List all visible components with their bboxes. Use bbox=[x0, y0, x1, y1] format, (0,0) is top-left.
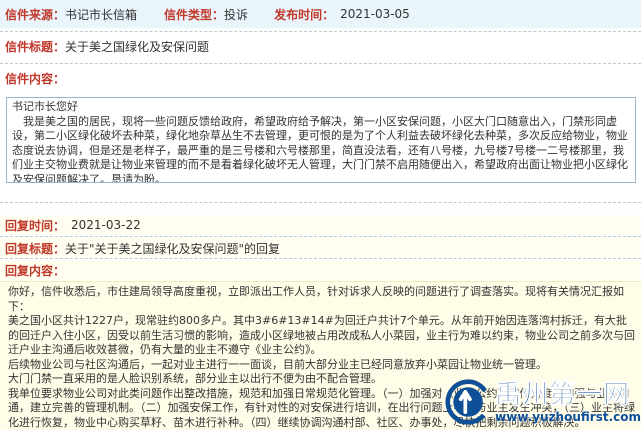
letter-meta-row: 信件来源： 书记市长信箱 信件类型： 投诉 发布时间： 2021-03-05 bbox=[0, 0, 641, 28]
source-value: 书记市长信箱 bbox=[65, 7, 138, 22]
publish-value: 2021-03-05 bbox=[340, 7, 410, 21]
publish-label: 发布时间： bbox=[274, 7, 335, 22]
divider bbox=[0, 63, 641, 64]
divider bbox=[0, 258, 641, 259]
divider bbox=[0, 202, 641, 203]
reply-paragraph: 美之国小区共计1227户，现常驻约800多户。其中3#6#13#14#为回迁户共… bbox=[8, 314, 635, 356]
reply-paragraph: 你好，信件收悉后，市住建局领导高度重视，立即派出工作人员，针对诉求人反映的问题进… bbox=[8, 285, 624, 313]
source-label: 信件来源： bbox=[5, 7, 66, 22]
watermark-url: www.yuzhoufirst.com bbox=[495, 410, 641, 424]
watermark-title: 禹州第一网 bbox=[495, 380, 631, 411]
letter-content-label-row: 信件内容： bbox=[0, 67, 641, 89]
reply-title-value: 关于"关于美之国绿化及安保问题"的回复 bbox=[65, 241, 281, 256]
reply-time-value: 2021-03-22 bbox=[71, 218, 141, 232]
reply-time-label: 回复时间： bbox=[5, 218, 66, 233]
type-value: 投诉 bbox=[224, 7, 249, 22]
letter-content-box: 书记市长您好 我是美之国的居民，现将一些问题反馈给政府，希望政府给予解决，第一小… bbox=[6, 97, 636, 183]
divider bbox=[0, 236, 641, 237]
reply-title-row: 回复标题： 关于"关于美之国绿化及安保问题"的回复 bbox=[0, 238, 641, 258]
reply-content-label-row: 回复内容： bbox=[0, 260, 641, 280]
reply-title-label: 回复标题： bbox=[5, 241, 66, 256]
letter-title-row: 信件标题： 关于美之国绿化及安保问题 bbox=[0, 35, 641, 57]
reply-content-label: 回复内容： bbox=[5, 263, 66, 278]
type-label: 信件类型： bbox=[164, 7, 225, 22]
letter-title-value: 关于美之国绿化及安保问题 bbox=[65, 39, 210, 54]
letter-title-label: 信件标题： bbox=[5, 39, 66, 54]
site-watermark: 禹州第一网 www.yuzhoufirst.com bbox=[445, 374, 641, 430]
reply-paragraph: 后续物业公司与社区沟通后，一起对业主进行一一面谈，目前大部分业主已经同意放弃小菜… bbox=[8, 357, 547, 371]
letter-content-text: 书记市长您好 我是美之国的居民，现将一些问题反馈给政府，希望政府给予解决，第一小… bbox=[12, 100, 628, 183]
site-logo-icon bbox=[445, 379, 491, 425]
letter-content-label: 信件内容： bbox=[5, 71, 66, 86]
reply-time-row: 回复时间： 2021-03-22 bbox=[0, 215, 641, 235]
divider bbox=[0, 31, 641, 32]
